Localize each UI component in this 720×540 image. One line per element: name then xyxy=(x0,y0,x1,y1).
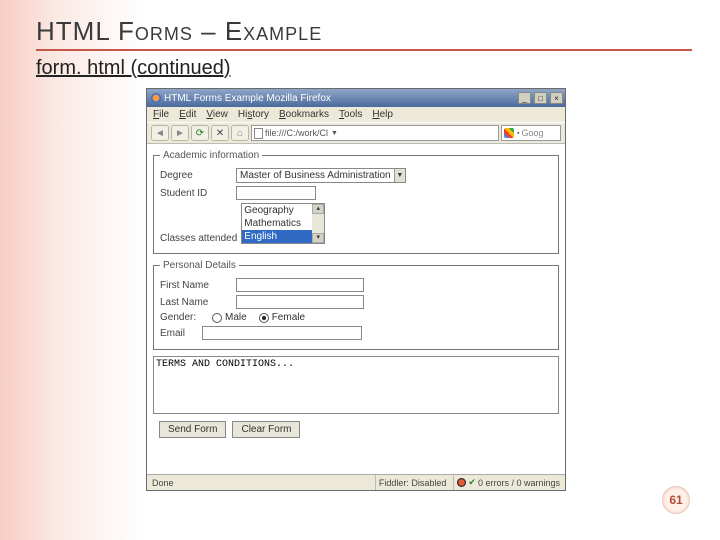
page-content: Academic information Degree Master of Bu… xyxy=(147,144,565,474)
gender-female-label: Female xyxy=(272,312,305,323)
email-input[interactable] xyxy=(202,326,362,340)
menu-edit[interactable]: Edit xyxy=(179,109,196,120)
titlebar: HTML Forms Example Mozilla Firefox _ □ × xyxy=(147,89,565,107)
search-placeholder: Goog xyxy=(521,128,543,138)
degree-value: Master of Business Administration xyxy=(237,170,394,181)
gender-male-label: Male xyxy=(225,312,247,323)
clear-button[interactable]: Clear Form xyxy=(232,421,300,438)
url-dropdown-icon[interactable]: ▼ xyxy=(331,130,338,137)
scroll-down-icon[interactable]: ▾ xyxy=(312,233,324,243)
search-input[interactable]: ▪ Goog xyxy=(501,125,561,141)
gender-female-radio[interactable]: Female xyxy=(259,312,305,323)
firebug-icon xyxy=(457,478,466,487)
back-button[interactable]: ◄ xyxy=(151,125,169,141)
academic-legend: Academic information xyxy=(160,150,262,161)
url-text: file:///C:/work/Cl xyxy=(265,128,328,138)
menu-view[interactable]: View xyxy=(206,109,228,120)
academic-info-fieldset: Academic information Degree Master of Bu… xyxy=(153,150,559,254)
degree-select[interactable]: Master of Business Administration ▼ xyxy=(236,168,406,183)
google-icon xyxy=(504,128,514,138)
window-title-text: HTML Forms Example Mozilla Firefox xyxy=(164,93,515,104)
stop-button[interactable]: ✕ xyxy=(211,125,229,141)
personal-legend: Personal Details xyxy=(160,260,239,271)
terms-textarea[interactable] xyxy=(153,356,559,414)
statusbar: Done Fiddler: Disabled ✔ 0 errors / 0 wa… xyxy=(147,474,565,490)
page-icon xyxy=(254,128,263,139)
forward-button[interactable]: ► xyxy=(171,125,189,141)
chevron-down-icon: ▼ xyxy=(394,169,405,182)
home-button[interactable]: ⌂ xyxy=(231,125,249,141)
reload-button[interactable]: ⟳ xyxy=(191,125,209,141)
menu-file[interactable]: File xyxy=(153,109,169,120)
class-option[interactable]: Geography xyxy=(242,204,312,217)
menu-help[interactable]: Help xyxy=(372,109,393,120)
status-errors-cell: ✔ 0 errors / 0 warnings xyxy=(453,475,563,490)
scroll-up-icon[interactable]: ▴ xyxy=(312,204,324,214)
firefox-icon xyxy=(151,93,161,103)
first-name-label: First Name xyxy=(160,280,232,291)
browser-window: HTML Forms Example Mozilla Firefox _ □ ×… xyxy=(146,88,566,491)
classes-listbox[interactable]: Geography Mathematics English ▴ ▾ xyxy=(241,203,325,244)
personal-details-fieldset: Personal Details First Name Last Name Ge… xyxy=(153,260,559,350)
status-errors-text: 0 errors / 0 warnings xyxy=(478,478,560,488)
studentid-label: Student ID xyxy=(160,188,232,199)
last-name-label: Last Name xyxy=(160,297,232,308)
last-name-input[interactable] xyxy=(236,295,364,309)
slide-title: HTML Forms – Example xyxy=(36,16,692,51)
classes-attended-label: Classes attended xyxy=(160,233,237,244)
first-name-input[interactable] xyxy=(236,278,364,292)
listbox-scrollbar[interactable]: ▴ ▾ xyxy=(312,204,324,243)
menu-bookmarks[interactable]: Bookmarks xyxy=(279,109,329,120)
radio-icon xyxy=(212,313,222,323)
status-fiddler: Fiddler: Disabled xyxy=(375,475,450,490)
search-engine-dropdown-icon[interactable]: ▪ xyxy=(517,130,519,137)
class-option[interactable]: Mathematics xyxy=(242,217,312,230)
status-done: Done xyxy=(149,478,371,488)
gender-male-radio[interactable]: Male xyxy=(212,312,247,323)
slide-subtitle: form. html (continued) xyxy=(36,57,692,80)
menu-history[interactable]: History xyxy=(238,109,269,120)
gender-label: Gender: xyxy=(160,312,208,323)
page-number-badge: 61 xyxy=(662,486,690,514)
email-label: Email xyxy=(160,328,198,339)
menubar: File Edit View History Bookmarks Tools H… xyxy=(147,107,565,122)
degree-label: Degree xyxy=(160,170,232,181)
check-icon: ✔ xyxy=(468,477,476,488)
close-button[interactable]: × xyxy=(550,92,563,104)
radio-icon-checked xyxy=(259,313,269,323)
toolbar: ◄ ► ⟳ ✕ ⌂ file:///C:/work/Cl ▼ ▪ Goog xyxy=(147,122,565,144)
send-button[interactable]: Send Form xyxy=(159,421,226,438)
url-input[interactable]: file:///C:/work/Cl ▼ xyxy=(251,125,499,141)
maximize-button[interactable]: □ xyxy=(534,92,547,104)
class-option-selected[interactable]: English xyxy=(242,230,312,243)
menu-tools[interactable]: Tools xyxy=(339,109,362,120)
studentid-input[interactable] xyxy=(236,186,316,200)
minimize-button[interactable]: _ xyxy=(518,92,531,104)
